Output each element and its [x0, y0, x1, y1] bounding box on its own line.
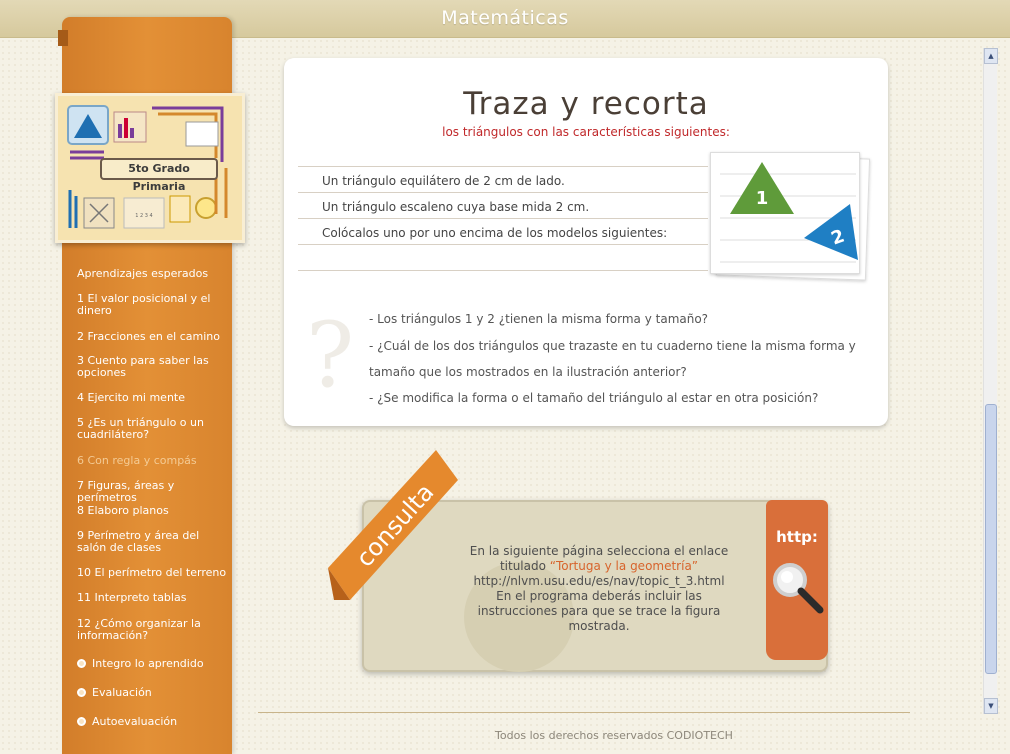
activity-subtitle: los triángulos con las características s…: [442, 125, 730, 139]
scroll-thumb[interactable]: [985, 404, 997, 674]
bullet-icon: [77, 717, 86, 726]
consulta-ribbon: consulta: [328, 450, 458, 600]
sidebar-item-4[interactable]: 4 Ejercito mi mente: [77, 392, 227, 404]
sidebar-item-5[interactable]: 5 ¿Es un triángulo o un cuadrilátero?: [77, 417, 227, 441]
vertical-scrollbar[interactable]: ▲ ▼: [983, 48, 998, 714]
tortuga-link[interactable]: “Tortuga y la geometría”: [550, 559, 698, 573]
triangle-models: 1 2: [704, 150, 871, 290]
consulta-url[interactable]: http://nlvm.usu.edu/es/nav/topic_t_3.htm…: [434, 574, 764, 589]
sidebar-item-label: 3 Cuento para saber las opciones: [77, 354, 209, 379]
sidebar-item-label: 4 Ejercito mi mente: [77, 391, 185, 404]
sidebar-item-11[interactable]: 11 Interpreto tablas: [77, 592, 227, 604]
consulta-ribbon-label: consulta: [351, 478, 440, 572]
footer-text: Todos los derechos reservados CODIOTECH: [495, 729, 733, 742]
sidebar-item-autoevaluacion[interactable]: Autoevaluación: [77, 716, 227, 728]
triangle-1-label: 1: [756, 188, 769, 209]
scroll-down-button[interactable]: ▼: [984, 698, 998, 714]
sidebar-item-8[interactable]: 8 Elaboro planos: [77, 505, 227, 517]
instruction-line: Un triángulo equilátero de 2 cm de lado.: [298, 166, 708, 192]
activity-title: Traza y recorta: [463, 86, 709, 122]
consulta-line: instrucciones para que se trace la figur…: [477, 604, 721, 618]
sidebar-item-2[interactable]: 2 Fracciones en el camino: [77, 331, 227, 343]
footer-divider: [258, 712, 910, 713]
book-cover: 1 2 3 4 5to Grado Primaria: [55, 93, 245, 243]
consulta-line: En el programa deberás incluir las: [496, 589, 702, 603]
consulta-text: En la siguiente página selecciona el enl…: [434, 544, 764, 634]
http-tab: http:: [766, 500, 828, 660]
question-line: - ¿Se modifica la forma o el tamaño del …: [369, 391, 819, 405]
consulta-line-2: titulado “Tortuga y la geometría”: [434, 559, 764, 574]
sidebar-item-label: Integro lo aprendido: [92, 657, 204, 670]
question-mark-icon: ?: [306, 303, 355, 408]
sidebar-item-label: Autoevaluación: [92, 715, 178, 728]
magnifier-icon: [773, 563, 824, 614]
instruction-line-empty: [298, 244, 708, 270]
sidebar-item-aprendizajes[interactable]: Aprendizajes esperados: [77, 268, 227, 280]
sidebar-item-9[interactable]: 9 Perímetro y área del salón de clases: [77, 530, 227, 554]
consulta-line: En la siguiente página selecciona el enl…: [469, 544, 729, 558]
instruction-line: Colócalos uno por uno encima de los mode…: [298, 218, 708, 244]
sidebar-item-label: Aprendizajes esperados: [77, 267, 209, 280]
instruction-line: Un triángulo escaleno cuya base mida 2 c…: [298, 192, 708, 218]
question-line: - Los triángulos 1 y 2 ¿tienen la misma …: [369, 312, 709, 326]
bullet-icon: [77, 659, 86, 668]
sidebar-item-label: Evaluación: [92, 686, 152, 699]
activity-card: Traza y recorta los triángulos con las c…: [284, 58, 888, 426]
svg-text:1 2 3 4: 1 2 3 4: [135, 213, 153, 219]
scroll-up-button[interactable]: ▲: [984, 48, 998, 64]
sidebar-item-label: 7 Figuras, áreas y perímetros: [77, 479, 175, 504]
sidebar-item-label: 11 Interpreto tablas: [77, 591, 187, 604]
sidebar-item-10[interactable]: 10 El perímetro del terreno: [77, 567, 227, 579]
grade-label: 5to Grado Primaria: [100, 158, 218, 193]
sidebar-item-3[interactable]: 3 Cuento para saber las opciones: [77, 355, 227, 379]
question-line: tamaño que los mostrados en la ilustraci…: [369, 365, 687, 379]
triangle-figure: 1 2: [720, 162, 858, 263]
sidebar-item-label: 2 Fracciones en el camino: [77, 330, 220, 343]
sidebar-item-7[interactable]: 7 Figuras, áreas y perímetros: [77, 480, 227, 504]
sidebar-item-1[interactable]: 1 El valor posicional y el dinero: [77, 293, 227, 317]
sidebar-item-label: 6 Con regla y compás: [77, 454, 197, 467]
sidebar-item-label: 8 Elaboro planos: [77, 504, 169, 517]
sidebar-item-6[interactable]: 6 Con regla y compás: [77, 455, 227, 467]
consulta-line: mostrada.: [568, 619, 630, 633]
consulta-line-prefix: titulado: [499, 559, 550, 573]
bullet-icon: [77, 688, 86, 697]
sidebar-item-12[interactable]: 12 ¿Cómo organizar la información?: [77, 618, 227, 642]
question-line: - ¿Cuál de los dos triángulos que trazas…: [369, 339, 856, 353]
sidebar-item-label: 10 El perímetro del terreno: [77, 566, 227, 579]
sidebar-item-evaluacion[interactable]: Evaluación: [77, 687, 227, 699]
sidebar-item-integro[interactable]: Integro lo aprendido: [77, 658, 227, 670]
sidebar-fold: [58, 30, 68, 46]
sidebar-item-label: 9 Perímetro y área del salón de clases: [77, 529, 200, 554]
sidebar-item-label: 1 El valor posicional y el dinero: [77, 292, 211, 317]
sidebar-item-label: 5 ¿Es un triángulo o un cuadrilátero?: [77, 416, 204, 441]
http-label: http:: [776, 528, 818, 546]
sidebar-item-label: 12 ¿Cómo organizar la información?: [77, 617, 201, 642]
instruction-line-end: [298, 270, 708, 271]
